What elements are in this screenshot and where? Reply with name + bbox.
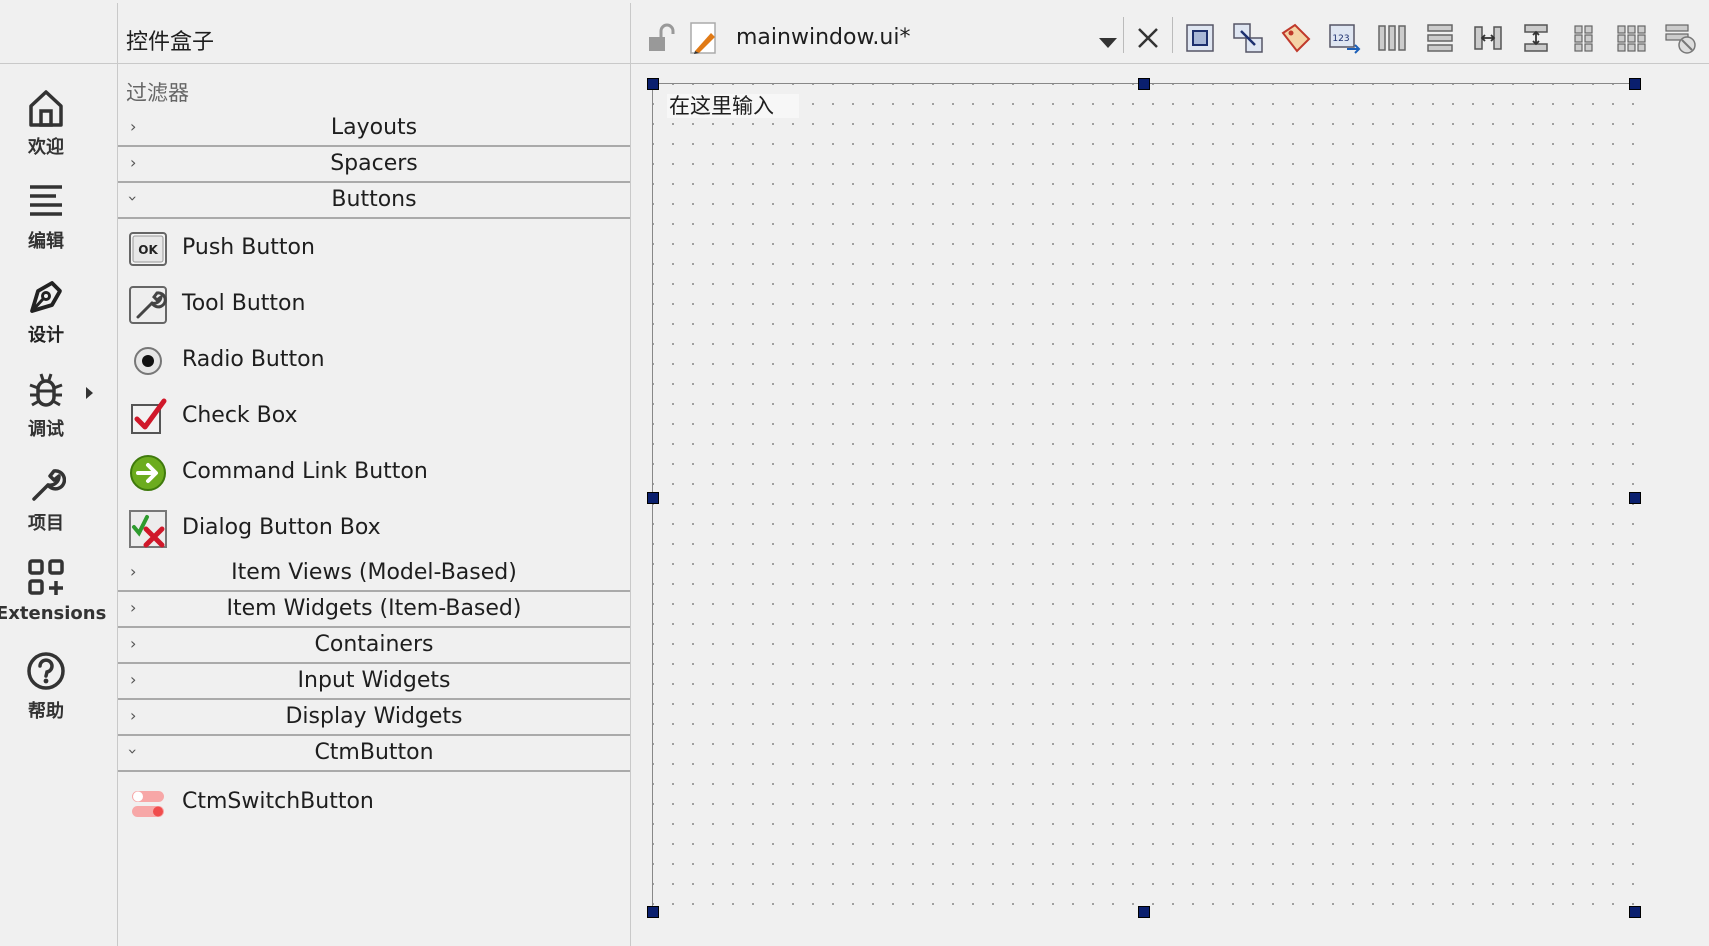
edit-tab-order-icon[interactable]: 123 <box>1327 21 1361 55</box>
extensions-icon <box>28 559 64 595</box>
file-edit-icon <box>690 22 716 54</box>
edit-signals-icon[interactable] <box>1231 21 1265 55</box>
bug-icon <box>29 373 63 407</box>
category-layouts[interactable]: › Layouts <box>118 111 630 147</box>
dropdown-arrow-icon[interactable] <box>1099 38 1117 48</box>
unlock-icon[interactable] <box>643 21 677 55</box>
toolbar-separator <box>1172 17 1173 53</box>
command-link-icon <box>130 455 166 491</box>
widget-dialog-button-box[interactable]: Dialog Button Box <box>118 501 630 557</box>
category-spacers[interactable]: › Spacers <box>118 147 630 183</box>
mode-projects[interactable]: 项目 <box>0 463 92 535</box>
resize-handle[interactable] <box>647 492 659 504</box>
edit-widgets-icon[interactable] <box>1183 21 1217 55</box>
widget-label: Radio Button <box>182 347 325 372</box>
layout-vertical-icon[interactable] <box>1423 21 1457 55</box>
push-button-icon: OK <box>129 232 167 266</box>
mode-welcome[interactable]: 欢迎 <box>0 87 92 159</box>
radio-button-icon <box>134 347 162 375</box>
resize-handle[interactable] <box>1138 78 1150 90</box>
resize-handle[interactable] <box>1629 78 1641 90</box>
wrench-icon <box>32 469 66 501</box>
pen-icon <box>30 281 62 313</box>
widget-radio-button[interactable]: Radio Button <box>118 333 630 389</box>
category-buttons[interactable]: › Buttons <box>118 183 630 219</box>
filter-input[interactable]: 过滤器 <box>126 77 189 107</box>
svg-text:123: 123 <box>1332 34 1349 44</box>
mode-label: 项目 <box>28 513 64 534</box>
home-icon <box>29 90 63 127</box>
widget-label: Check Box <box>182 403 298 428</box>
form-designer: mainwindow.ui* 123 在这里输入 <box>631 3 1709 946</box>
edit-lines-icon <box>30 185 62 216</box>
category-label: CtmButton <box>314 740 434 765</box>
check-box-icon <box>131 398 167 434</box>
widget-ctm-switch-button[interactable]: CtmSwitchButton <box>118 775 630 831</box>
layout-form-icon[interactable] <box>1567 21 1601 55</box>
widget-box-header: 控件盒子 <box>118 3 630 64</box>
layout-horizontal-icon[interactable] <box>1375 21 1409 55</box>
category-label: Buttons <box>331 187 417 212</box>
category-display-widgets[interactable]: › Display Widgets <box>118 700 630 736</box>
widget-tool-button[interactable]: Tool Button <box>118 277 630 333</box>
mode-edit[interactable]: 编辑 <box>0 181 92 253</box>
category-label: Spacers <box>330 151 418 176</box>
widget-command-link-button[interactable]: Command Link Button <box>118 445 630 501</box>
layout-v-splitter-icon[interactable] <box>1519 21 1553 55</box>
svg-text:OK: OK <box>138 243 158 257</box>
widget-label: Push Button <box>182 235 315 260</box>
mode-help[interactable]: 帮助 <box>0 651 92 723</box>
layout-h-splitter-icon[interactable] <box>1471 21 1505 55</box>
mode-sidebar: 欢迎 编辑 设计 调试 项目 Extensions 帮助 <box>0 3 118 946</box>
widget-label: Dialog Button Box <box>182 515 381 540</box>
switch-button-icon <box>132 791 164 817</box>
category-containers[interactable]: › Containers <box>118 628 630 664</box>
widget-box-title: 控件盒子 <box>126 30 215 55</box>
form-canvas[interactable]: 在这里输入 <box>652 83 1635 912</box>
mode-sidebar-header <box>0 3 117 64</box>
line-edit-widget[interactable]: 在这里输入 <box>667 94 799 118</box>
category-label: Item Widgets (Item-Based) <box>226 596 522 621</box>
category-label: Item Views (Model-Based) <box>231 560 517 585</box>
resize-handle[interactable] <box>647 78 659 90</box>
mode-label: 编辑 <box>28 231 64 252</box>
category-label: Containers <box>314 632 434 657</box>
resize-handle[interactable] <box>647 906 659 918</box>
mode-label: 设计 <box>28 325 64 346</box>
widget-label: Command Link Button <box>182 459 428 484</box>
mode-label: 欢迎 <box>28 137 64 158</box>
dialog-button-box-icon <box>129 510 167 548</box>
resize-handle[interactable] <box>1629 492 1641 504</box>
widget-check-box[interactable]: Check Box <box>118 389 630 445</box>
tool-button-icon <box>129 286 167 324</box>
mode-label: 帮助 <box>28 701 64 722</box>
resize-handle[interactable] <box>1629 906 1641 918</box>
widget-label: Tool Button <box>182 291 306 316</box>
help-icon <box>27 652 65 690</box>
toolbar-separator <box>1123 17 1124 53</box>
designer-toolbar: mainwindow.ui* 123 <box>631 3 1709 64</box>
mode-debug[interactable]: 调试 <box>0 369 93 441</box>
mode-label: 调试 <box>28 419 64 440</box>
widget-label: CtmSwitchButton <box>182 789 374 814</box>
category-label: Input Widgets <box>297 668 451 693</box>
category-item-widgets[interactable]: › Item Widgets (Item-Based) <box>118 592 630 628</box>
category-ctmbutton[interactable]: › CtmButton <box>118 736 630 772</box>
close-icon[interactable] <box>1131 21 1165 55</box>
widget-box-panel: 控件盒子 过滤器 › Layouts › Spacers › Buttons O… <box>118 3 631 946</box>
break-layout-icon[interactable] <box>1663 21 1697 55</box>
mode-design[interactable]: 设计 <box>0 275 92 347</box>
resize-handle[interactable] <box>1138 906 1150 918</box>
layout-grid-icon[interactable] <box>1615 21 1649 55</box>
category-label: Layouts <box>330 115 418 140</box>
edit-buddies-icon[interactable] <box>1279 21 1313 55</box>
mode-extensions[interactable]: Extensions <box>0 557 107 624</box>
file-selector[interactable]: mainwindow.ui* <box>736 25 910 50</box>
category-label: Display Widgets <box>285 704 463 729</box>
expand-arrow-icon[interactable] <box>86 387 93 399</box>
category-input-widgets[interactable]: › Input Widgets <box>118 664 630 700</box>
widget-push-button[interactable]: OK Push Button <box>118 221 630 277</box>
category-item-views[interactable]: › Item Views (Model-Based) <box>118 556 630 592</box>
mode-label: Extensions <box>0 603 107 624</box>
